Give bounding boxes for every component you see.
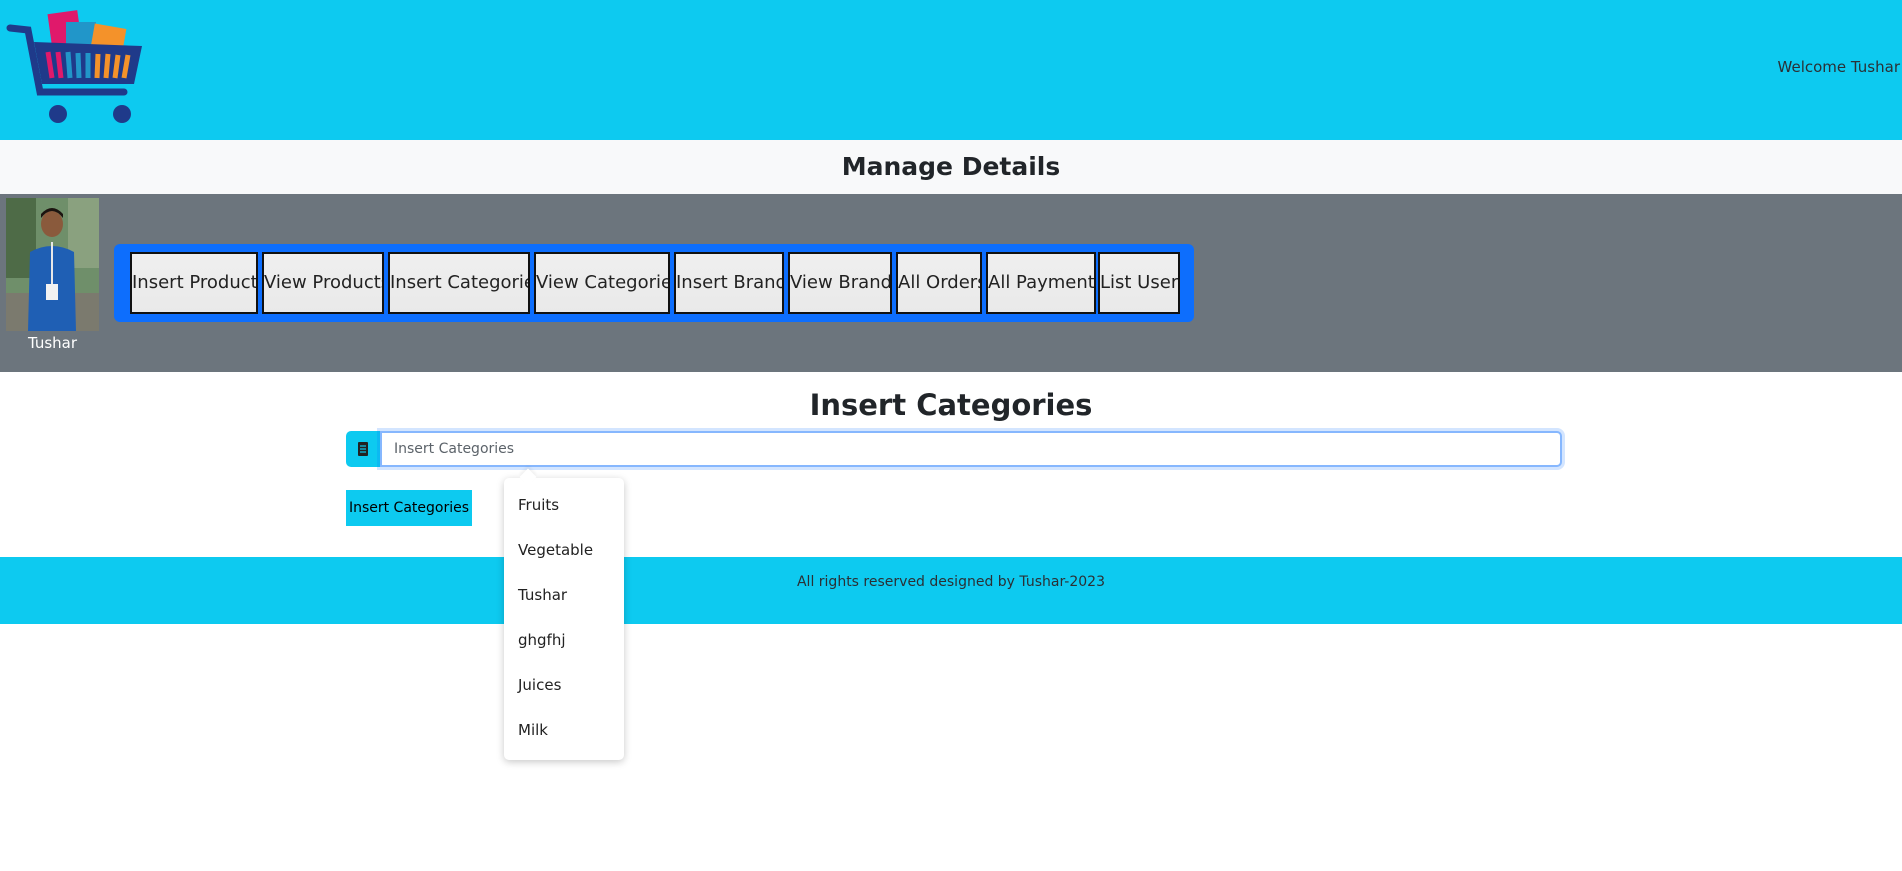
autocomplete-item[interactable]: ghgfhj xyxy=(518,631,566,649)
user-photo xyxy=(6,198,99,331)
view-brands-button[interactable]: View Brands xyxy=(788,252,892,314)
category-input[interactable] xyxy=(380,431,1562,467)
view-products-button[interactable]: View Products xyxy=(262,252,384,314)
insert-brands-button[interactable]: Insert Brands xyxy=(674,252,784,314)
category-input-group xyxy=(346,431,1562,467)
autocomplete-item[interactable]: Tushar xyxy=(518,586,567,604)
avatar xyxy=(6,198,99,331)
footer-text: All rights reserved designed by Tushar-2… xyxy=(796,574,1105,590)
top-navbar: Welcome Tushar xyxy=(0,0,1902,140)
admin-nav: Insert Products View Products Insert Cat… xyxy=(114,244,1194,322)
shopping-cart-logo[interactable] xyxy=(6,8,146,126)
list-users-button[interactable]: List Users xyxy=(1098,252,1180,314)
autocomplete-item[interactable]: Juices xyxy=(518,676,561,694)
all-orders-button[interactable]: All Orders xyxy=(896,252,982,314)
receipt-icon xyxy=(346,431,380,467)
autocomplete-item[interactable]: Fruits xyxy=(518,496,559,514)
manage-details-bar: Manage Details xyxy=(0,140,1902,194)
admin-name: Tushar xyxy=(27,334,78,352)
all-payments-button[interactable]: All Payments xyxy=(986,252,1096,314)
view-categories-button[interactable]: View Categories xyxy=(534,252,670,314)
footer: All rights reserved designed by Tushar-2… xyxy=(0,557,1902,624)
insert-products-button[interactable]: Insert Products xyxy=(130,252,258,314)
insert-categories-submit-button[interactable]: Insert Categories xyxy=(346,490,472,526)
insert-categories-nav-button[interactable]: Insert Categories xyxy=(388,252,530,314)
autocomplete-dropdown: Fruits Vegetable Tushar ghgfhj Juices Mi… xyxy=(504,478,624,760)
autocomplete-item[interactable]: Vegetable xyxy=(518,541,593,559)
form-title: Insert Categories xyxy=(809,388,1093,422)
page-title: Manage Details xyxy=(841,152,1061,181)
admin-bar: Tushar Insert Products View Products Ins… xyxy=(0,194,1902,372)
welcome-text: Welcome Tushar xyxy=(1777,58,1900,76)
autocomplete-item[interactable]: Milk xyxy=(518,721,548,739)
